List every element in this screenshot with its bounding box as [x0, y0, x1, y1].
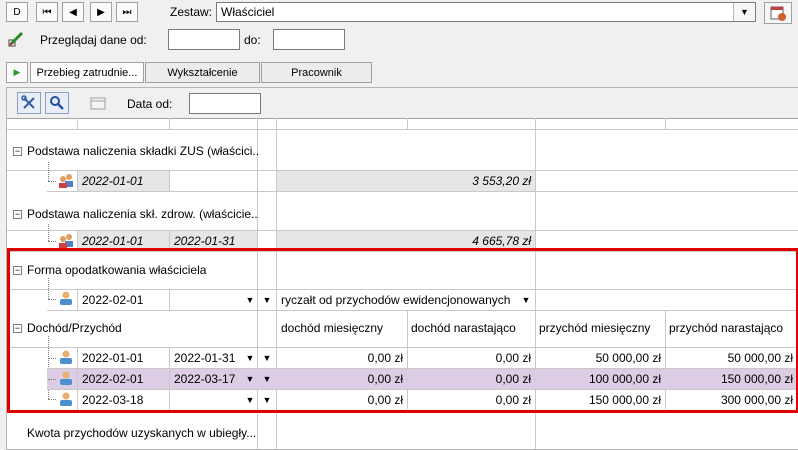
- search-button[interactable]: [45, 92, 69, 114]
- people-icon: [59, 174, 73, 188]
- nav-next-button[interactable]: ▶: [90, 2, 112, 22]
- content-panel: Data od: − Podstawa naliczenia składki Z…: [6, 87, 798, 450]
- zus-group-title: Podstawa naliczenia składki ZUS (właścic…: [27, 144, 259, 158]
- health-group-title: Podstawa naliczenia skł. zdrow. (właścic…: [27, 207, 259, 221]
- chevron-down-icon[interactable]: ▼: [733, 3, 755, 21]
- browse-from-input[interactable]: [168, 29, 240, 50]
- date-from-label: Data od:: [127, 97, 173, 111]
- tabs-scroll-button[interactable]: ▶: [6, 62, 28, 83]
- set-value: Właściciel: [221, 5, 275, 19]
- nav-last-button[interactable]: ⏭: [116, 2, 138, 22]
- skip-back-icon: ⏮: [42, 6, 52, 18]
- tools-button[interactable]: [17, 92, 41, 114]
- date-from-input[interactable]: [189, 93, 261, 114]
- browse-to-label: do:: [244, 33, 261, 47]
- expand-zus-toggle[interactable]: −: [13, 147, 22, 156]
- people-icon: [59, 234, 73, 248]
- expand-health-toggle[interactable]: −: [13, 210, 22, 219]
- last-group-title: Kwota przychodów uzyskanych w ubiegły...: [27, 426, 257, 440]
- set-combo[interactable]: Właściciel ▼: [216, 2, 756, 22]
- set-label: Zestaw:: [170, 5, 213, 19]
- calendar-settings-icon: [770, 6, 786, 21]
- skip-forward-icon: ⏭: [122, 6, 132, 18]
- pencil-edit-icon[interactable]: [8, 31, 24, 47]
- tab-employment-history-label: Przebieg zatrudnie...: [36, 66, 138, 79]
- nav-start-button[interactable]: ⏮: [36, 2, 58, 22]
- play-icon: ▶: [13, 67, 21, 77]
- nav-first-button[interactable]: D: [6, 2, 28, 22]
- set-manager-button[interactable]: [764, 2, 792, 24]
- arrow-right-icon: ▶: [97, 6, 105, 18]
- zus-amount[interactable]: 3 553,20 zł: [277, 171, 535, 191]
- calendar-icon: [90, 97, 106, 110]
- tab-education-label: Wykształcenie: [167, 66, 238, 79]
- arrow-left-icon: ◀: [69, 6, 77, 18]
- highlight-box: [7, 248, 798, 413]
- nav-first-label: D: [13, 6, 21, 18]
- calendar-button[interactable]: [87, 94, 109, 112]
- grid-toolbar: Data od:: [7, 88, 798, 118]
- browse-to-input[interactable]: [273, 29, 345, 50]
- search-icon: [50, 96, 64, 110]
- tab-employment-history[interactable]: Przebieg zatrudnie...: [30, 62, 144, 83]
- zus-date-from[interactable]: 2022-01-01: [78, 171, 169, 191]
- nav-prev-button[interactable]: ◀: [62, 2, 84, 22]
- tools-icon: [21, 95, 35, 109]
- tab-employee-label: Pracownik: [291, 66, 342, 79]
- tab-employee[interactable]: Pracownik: [261, 62, 372, 83]
- tab-education[interactable]: Wykształcenie: [145, 62, 260, 83]
- browse-from-label: Przeglądaj dane od:: [40, 33, 147, 47]
